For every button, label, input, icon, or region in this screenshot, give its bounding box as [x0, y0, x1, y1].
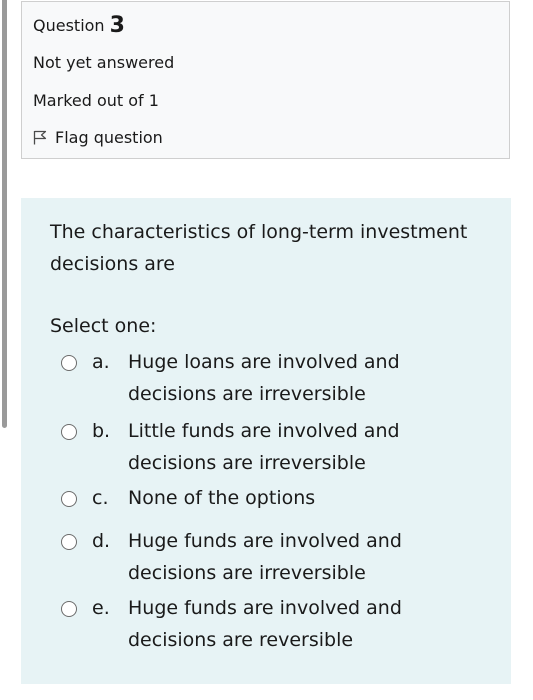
option-letter: c. [92, 487, 109, 509]
answer-prompt: Select one: [50, 315, 157, 337]
option-letter: a. [92, 351, 110, 373]
flag-question-label: Flag question [55, 128, 163, 147]
question-title: Question 3 [33, 12, 125, 38]
radio-unchecked-icon[interactable] [61, 355, 77, 371]
question-number: 3 [109, 13, 125, 38]
radio-unchecked-icon[interactable] [61, 601, 77, 617]
scroll-indicator[interactable] [2, 0, 7, 428]
question-content-panel: The characteristics of long-term investm… [21, 198, 511, 684]
option-letter: b. [92, 420, 111, 442]
flag-question-link[interactable]: Flag question [33, 128, 163, 147]
flag-icon [33, 130, 47, 145]
option-letter: d. [92, 530, 111, 552]
option-text: Little funds are involved and decisions … [128, 420, 400, 474]
radio-unchecked-icon[interactable] [61, 491, 77, 507]
option-text: Huge funds are involved and decisions ar… [128, 530, 402, 584]
option-letter: e. [92, 597, 110, 619]
question-label: Question [33, 16, 105, 35]
radio-unchecked-icon[interactable] [61, 534, 77, 550]
question-state: Not yet answered [33, 53, 175, 72]
option-text: Huge funds are involved and decisions ar… [128, 597, 402, 651]
question-text: The characteristics of long-term investm… [50, 221, 468, 275]
radio-unchecked-icon[interactable] [61, 424, 77, 440]
option-text: Huge loans are involved and decisions ar… [128, 351, 400, 405]
question-info-panel: Question 3 Not yet answered Marked out of… [21, 1, 510, 159]
question-grade: Marked out of 1 [33, 91, 159, 110]
option-text: None of the options [128, 487, 316, 509]
